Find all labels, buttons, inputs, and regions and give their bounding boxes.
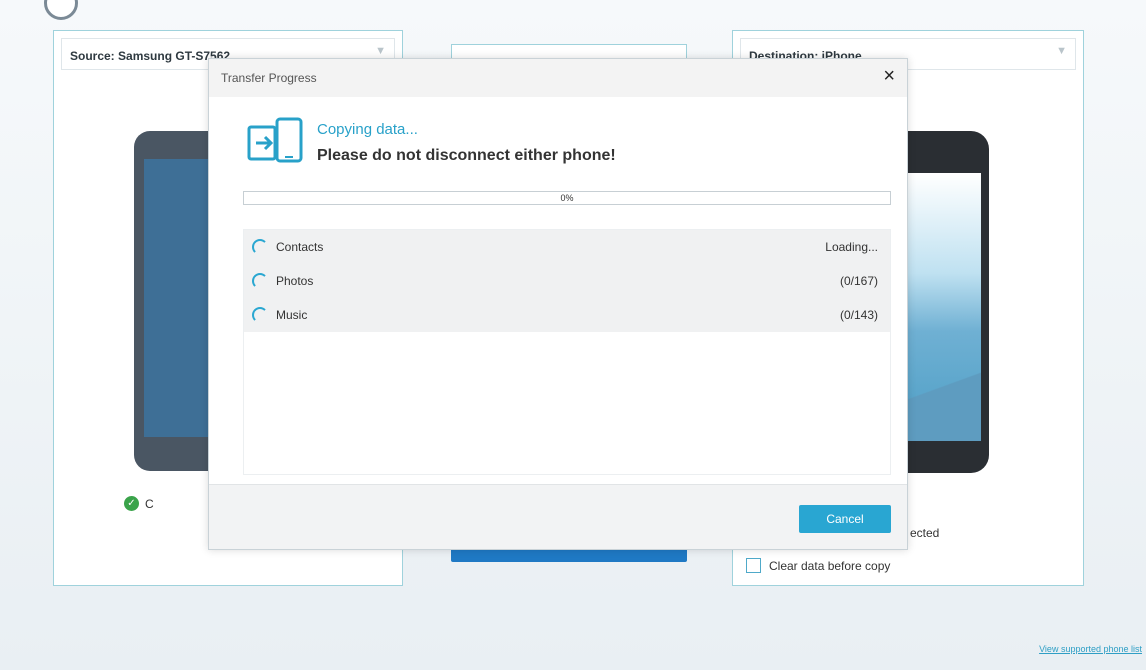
- item-name: Photos: [276, 274, 314, 288]
- check-circle-icon: ✓: [124, 496, 139, 511]
- destination-connected-text: ected: [910, 526, 940, 540]
- chevron-down-icon[interactable]: ▼: [375, 45, 386, 57]
- chevron-down-icon[interactable]: ▼: [1056, 45, 1067, 57]
- list-item: Contacts Loading...: [244, 230, 890, 264]
- item-status: Loading...: [825, 240, 878, 254]
- close-icon[interactable]: ×: [883, 65, 895, 88]
- clear-data-option[interactable]: Clear data before copy: [746, 558, 890, 573]
- item-name: Contacts: [276, 240, 324, 254]
- cancel-button[interactable]: Cancel: [799, 505, 891, 533]
- source-status: ✓ C: [124, 496, 154, 511]
- loading-spinner-icon: [252, 273, 268, 289]
- dialog-title-bar: Transfer Progress: [209, 59, 907, 97]
- progress-label: 0%: [560, 193, 574, 203]
- loading-spinner-icon: [252, 307, 268, 323]
- clear-data-label: Clear data before copy: [769, 558, 891, 573]
- phone-transfer-icon: [247, 117, 303, 163]
- progress-bar: 0%: [243, 191, 891, 205]
- copying-status: Copying data...: [317, 121, 418, 138]
- disconnect-warning: Please do not disconnect either phone!: [317, 147, 616, 164]
- supported-phone-list-link[interactable]: View supported phone list: [1039, 644, 1142, 654]
- source-header-label: Source: Samsung GT-S7562: [70, 49, 231, 63]
- source-connected-text: C: [145, 496, 154, 511]
- item-status: (0/167): [839, 274, 878, 288]
- loading-spinner-icon: [252, 239, 268, 255]
- transfer-progress-dialog: Transfer Progress × Copying data... Plea…: [208, 58, 908, 550]
- dialog-footer: Cancel: [209, 484, 907, 549]
- dialog-title: Transfer Progress: [221, 71, 317, 85]
- list-item: Photos (0/167): [244, 264, 890, 298]
- clear-data-checkbox[interactable]: [746, 558, 761, 573]
- item-name: Music: [276, 308, 308, 322]
- transfer-item-list: Contacts Loading... Photos (0/167) Music…: [243, 229, 891, 475]
- list-item: Music (0/143): [244, 298, 890, 332]
- item-status: (0/143): [839, 308, 878, 322]
